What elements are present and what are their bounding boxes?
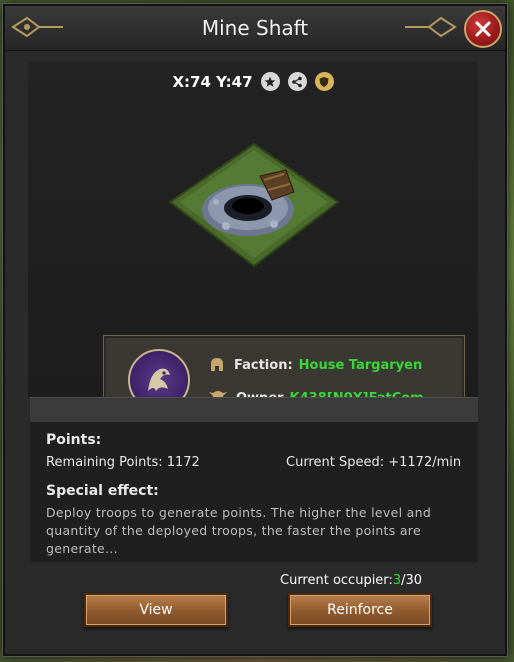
coordinates[interactable]: X:74 Y:47: [172, 73, 252, 91]
occupier-max: 30: [405, 573, 423, 588]
occupier-current: 3: [392, 573, 402, 588]
points-header: Points:: [46, 432, 102, 448]
shield-icon: [319, 76, 329, 87]
view-button[interactable]: View: [84, 593, 228, 627]
remaining-points: Remaining Points: 1172: [46, 455, 200, 470]
title-bar: Mine Shaft: [5, 6, 505, 51]
details-panel: Points: Remaining Points: 1172 Current S…: [30, 422, 478, 562]
close-icon: [475, 21, 491, 37]
favorite-button[interactable]: [260, 72, 280, 91]
share-icon: [292, 76, 302, 87]
faction-label: Faction:: [234, 357, 293, 373]
helmet-icon: [211, 358, 223, 371]
building-preview: X:74 Y:47 Faction: House Targaryen: [28, 62, 478, 427]
alliance-mark-button[interactable]: [314, 72, 334, 91]
current-occupier: Current occupier:3/30: [280, 573, 422, 588]
special-effect-header: Special effect:: [46, 483, 159, 499]
occupier-label: Current occupier:: [280, 573, 393, 588]
faction-row: Faction: House Targaryen: [208, 356, 422, 374]
share-button[interactable]: [287, 72, 307, 91]
current-speed: Current Speed: +1172/min: [286, 455, 461, 470]
reinforce-button[interactable]: Reinforce: [288, 593, 432, 627]
current-speed-label: Current Speed:: [286, 455, 385, 470]
right-ornament-icon: [405, 16, 457, 38]
remaining-points-value: 1172: [166, 455, 200, 470]
section-divider: [30, 397, 478, 423]
star-icon: [264, 76, 276, 87]
current-speed-value: +1172/min: [388, 455, 462, 470]
faction-value: House Targaryen: [298, 357, 423, 373]
close-button[interactable]: [464, 10, 502, 48]
mine-shaft-building-image: [168, 142, 340, 268]
coordinate-row: X:74 Y:47: [28, 72, 478, 91]
special-effect-description: Deploy troops to generate points. The hi…: [46, 505, 432, 556]
remaining-points-label: Remaining Points:: [46, 455, 163, 470]
